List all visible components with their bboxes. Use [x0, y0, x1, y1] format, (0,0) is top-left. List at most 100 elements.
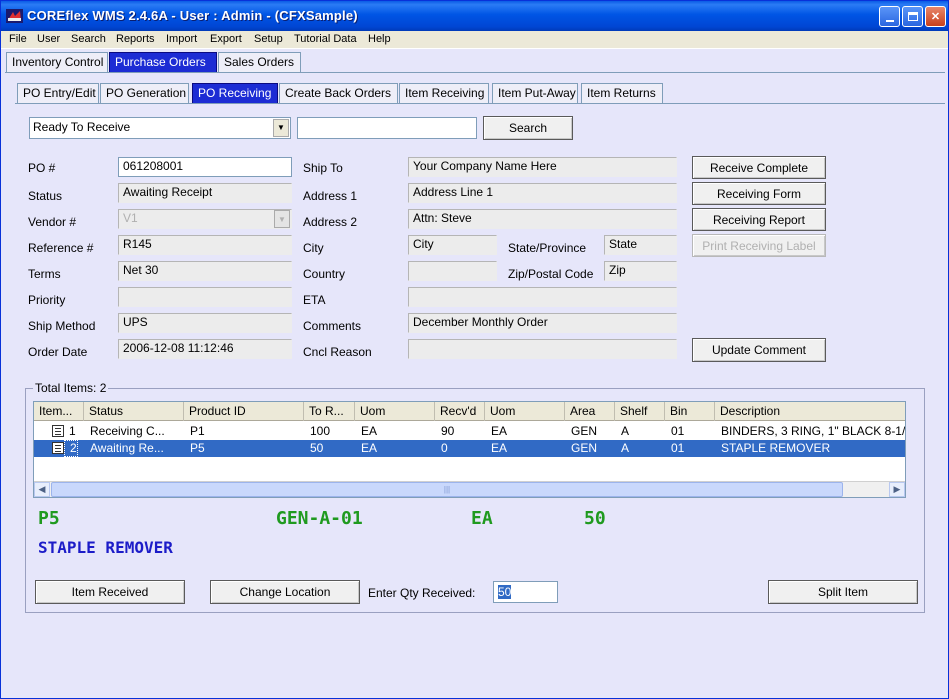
cell-description: STAPLE REMOVER [721, 441, 831, 455]
app-window: COREflex WMS 2.4.6A - User : Admin - (CF… [0, 0, 949, 699]
column-header-received[interactable]: Recv'd [435, 402, 485, 421]
tab-item-returns[interactable]: Item Returns [581, 83, 663, 103]
menu-setup[interactable]: Setup [254, 33, 283, 45]
column-header-bin[interactable]: Bin [665, 402, 715, 421]
cell-product-id: P5 [190, 441, 205, 455]
menu-export[interactable]: Export [210, 33, 242, 45]
vendor-label: Vendor # [28, 215, 77, 229]
cell-received: 0 [441, 441, 448, 455]
cell-to-receive: 100 [310, 424, 331, 438]
zip-field: Zip [604, 261, 677, 281]
menu-help[interactable]: Help [368, 33, 391, 45]
detail-product-id: P5 [38, 508, 60, 529]
print-receiving-label-button[interactable]: Print Receiving Label [692, 234, 826, 257]
column-header-shelf[interactable]: Shelf [615, 402, 665, 421]
receiving-report-button[interactable]: Receiving Report [692, 208, 826, 231]
comments-label: Comments [303, 319, 362, 333]
column-header-item[interactable]: Item... [34, 402, 84, 421]
change-location-button[interactable]: Change Location [210, 580, 360, 604]
column-header-uom[interactable]: Uom [355, 402, 435, 421]
tab-sales-orders[interactable]: Sales Orders [218, 52, 301, 72]
menu-user[interactable]: User [37, 33, 60, 45]
detail-quantity: 50 [584, 508, 606, 529]
cell-status: Receiving C... [90, 424, 165, 438]
order-date-label: Order Date [28, 345, 88, 359]
menu-search[interactable]: Search [71, 33, 106, 45]
address2-label: Address 2 [303, 215, 358, 229]
items-grid[interactable]: Item... Status Product ID To R... Uom Re… [33, 401, 906, 498]
menu-import[interactable]: Import [166, 33, 197, 45]
scroll-right-icon[interactable]: ▶ [889, 482, 905, 497]
receiving-form-button[interactable]: Receiving Form [692, 182, 826, 205]
chevron-down-icon: ▼ [274, 210, 290, 228]
priority-field [118, 287, 292, 307]
tab-po-generation[interactable]: PO Generation [100, 83, 189, 103]
address1-label: Address 1 [303, 189, 358, 203]
update-comment-button[interactable]: Update Comment [692, 338, 826, 362]
chevron-down-icon[interactable]: ▼ [273, 119, 289, 137]
qty-received-input[interactable]: 50 [493, 581, 558, 603]
window-title: COREflex WMS 2.4.6A - User : Admin - (CF… [27, 8, 358, 23]
main-tabs: Inventory Control Purchase Orders Sales … [6, 52, 306, 72]
ship-to-field: Your Company Name Here [408, 157, 677, 177]
terms-label: Terms [28, 267, 61, 281]
table-row-selected[interactable]: 2 Awaiting Re... P5 50 EA 0 EA GEN A 01 … [34, 440, 905, 457]
cell-product-id: P1 [190, 424, 205, 438]
scroll-left-icon[interactable]: ◀ [34, 482, 50, 497]
po-number-field[interactable]: 061208001 [118, 157, 292, 177]
title-bar: COREflex WMS 2.4.6A - User : Admin - (CF… [1, 1, 948, 31]
menu-tutorial-data[interactable]: Tutorial Data [294, 33, 357, 45]
table-row[interactable]: 1 Receiving C... P1 100 EA 90 EA GEN A 0… [34, 423, 905, 440]
minimize-button[interactable] [879, 6, 900, 27]
cell-item: 2 [64, 440, 78, 457]
maximize-button[interactable] [902, 6, 923, 27]
split-item-button[interactable]: Split Item [768, 580, 918, 604]
grid-header: Item... Status Product ID To R... Uom Re… [34, 402, 905, 421]
tab-item-put-away[interactable]: Item Put-Away [492, 83, 578, 103]
state-label: State/Province [508, 241, 587, 255]
horizontal-scrollbar[interactable]: ◀ ||| ▶ [34, 481, 905, 497]
app-logo-icon [6, 9, 23, 23]
vendor-value: V1 [123, 211, 138, 225]
column-header-product-id[interactable]: Product ID [184, 402, 304, 421]
search-input[interactable] [297, 117, 477, 139]
status-field: Awaiting Receipt [118, 183, 292, 203]
status-filter-select[interactable]: Ready To Receive ▼ [29, 117, 291, 139]
tab-po-receiving[interactable]: PO Receiving [192, 83, 278, 103]
ship-to-label: Ship To [303, 161, 343, 175]
scrollbar-thumb[interactable]: ||| [51, 482, 843, 497]
cell-item: 1 [69, 424, 76, 438]
menu-file[interactable]: File [9, 33, 27, 45]
tab-po-entry-edit[interactable]: PO Entry/Edit [17, 83, 99, 103]
column-header-description[interactable]: Description [715, 402, 905, 421]
sub-tabs-divider [15, 103, 945, 104]
receive-complete-button[interactable]: Receive Complete [692, 156, 826, 179]
close-button[interactable]: ✕ [925, 6, 946, 27]
column-header-to-receive[interactable]: To R... [304, 402, 355, 421]
tab-purchase-orders[interactable]: Purchase Orders [109, 52, 217, 72]
tab-item-receiving[interactable]: Item Receiving [399, 83, 489, 103]
cell-area: GEN [571, 441, 598, 455]
cell-status: Awaiting Re... [90, 441, 164, 455]
tab-inventory-control[interactable]: Inventory Control [6, 52, 108, 72]
city-field: City [408, 235, 497, 255]
tab-create-back-orders[interactable]: Create Back Orders [279, 83, 398, 103]
search-button[interactable]: Search [483, 116, 573, 140]
item-received-button[interactable]: Item Received [35, 580, 185, 604]
document-icon [52, 425, 64, 437]
maximize-icon [907, 12, 918, 21]
document-icon [52, 442, 64, 454]
cell-uom-received: EA [491, 441, 508, 455]
qty-received-value: 50 [498, 585, 512, 599]
state-field: State [604, 235, 677, 255]
country-label: Country [303, 267, 346, 281]
cell-uom: EA [361, 441, 378, 455]
column-header-area[interactable]: Area [565, 402, 615, 421]
cell-bin: 01 [671, 441, 685, 455]
column-header-uom-received[interactable]: Uom [485, 402, 565, 421]
column-header-status[interactable]: Status [84, 402, 184, 421]
menu-reports[interactable]: Reports [116, 33, 155, 45]
reference-label: Reference # [28, 241, 94, 255]
sub-tabs: PO Entry/Edit PO Generation PO Receiving… [17, 83, 667, 103]
zip-label: Zip/Postal Code [508, 267, 594, 281]
